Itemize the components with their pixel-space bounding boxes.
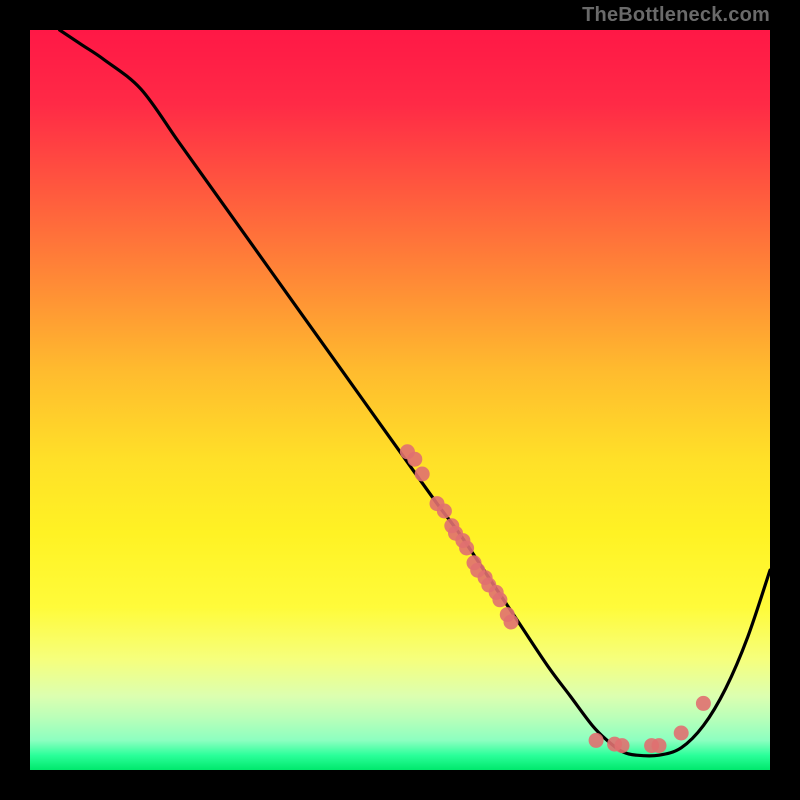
data-point bbox=[407, 452, 422, 467]
plot-area bbox=[30, 30, 770, 770]
data-point bbox=[459, 541, 474, 556]
data-point bbox=[415, 467, 430, 482]
curve-line bbox=[60, 30, 770, 756]
data-point bbox=[504, 615, 519, 630]
data-point bbox=[615, 738, 630, 753]
chart-svg bbox=[30, 30, 770, 770]
watermark-text: TheBottleneck.com bbox=[582, 4, 770, 27]
data-point bbox=[589, 733, 604, 748]
chart-container: TheBottleneck.com bbox=[0, 0, 800, 800]
data-point bbox=[674, 726, 689, 741]
data-point bbox=[437, 504, 452, 519]
data-point bbox=[652, 738, 667, 753]
scatter-points bbox=[400, 444, 711, 753]
data-point bbox=[492, 592, 507, 607]
data-point bbox=[696, 696, 711, 711]
